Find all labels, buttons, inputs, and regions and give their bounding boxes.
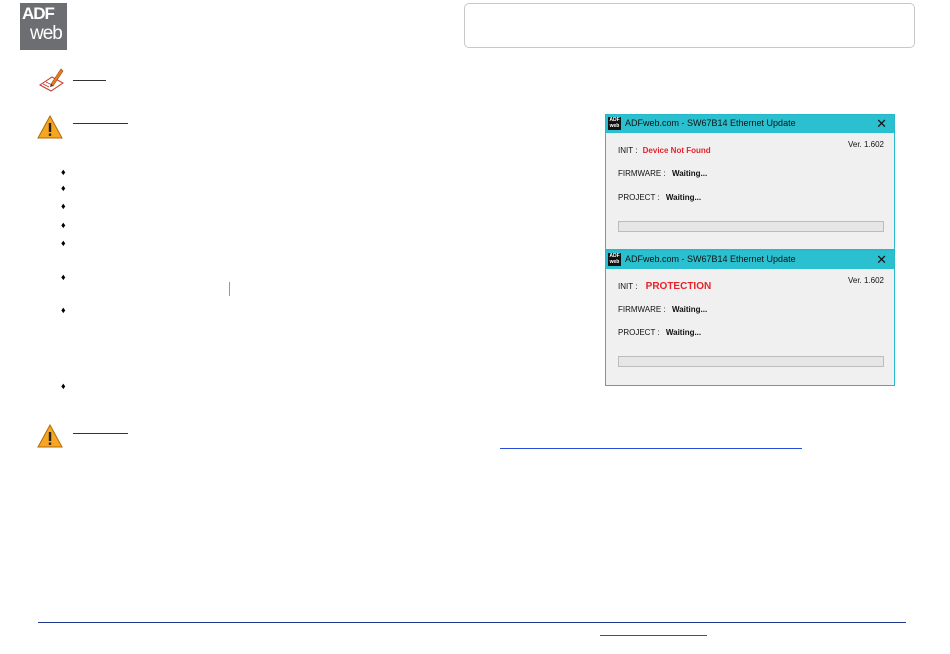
note-pencil-icon — [39, 68, 64, 92]
firmware-status: Waiting... — [671, 169, 708, 178]
bullet-icon: ♦ — [61, 381, 66, 391]
text-caret — [229, 282, 230, 296]
init-status: Device Not Found — [642, 146, 711, 155]
project-row: PROJECT : Waiting... — [618, 193, 701, 202]
adfweb-app-icon: ADF web — [608, 117, 621, 130]
warning-icon — [37, 115, 63, 139]
firmware-label: FIRMWARE : — [618, 305, 666, 314]
bullet-icon: ♦ — [61, 167, 66, 177]
bullet-icon: ♦ — [61, 272, 66, 282]
progress-bar — [618, 356, 884, 367]
update-dialog-device-not-found: ADF web ADFweb.com - SW67B14 Ethernet Up… — [605, 114, 895, 250]
firmware-row: FIRMWARE : Waiting... — [618, 305, 707, 314]
adfweb-logo: ADF web — [20, 3, 67, 50]
firmware-status: Waiting... — [671, 305, 708, 314]
project-status: Waiting... — [665, 193, 702, 202]
warning-heading-underline — [73, 433, 128, 434]
header-title-box — [464, 3, 915, 48]
firmware-row: FIRMWARE : Waiting... — [618, 169, 707, 178]
footer-hyperlink-underline[interactable] — [600, 635, 707, 636]
project-label: PROJECT : — [618, 328, 660, 337]
hyperlink-underline[interactable] — [500, 448, 802, 449]
firmware-label: FIRMWARE : — [618, 169, 666, 178]
update-dialog-protection: ADF web ADFweb.com - SW67B14 Ethernet Up… — [605, 250, 895, 386]
init-row: INIT : Device Not Found — [618, 146, 711, 155]
bullet-icon: ♦ — [61, 305, 66, 315]
project-status: Waiting... — [665, 328, 702, 337]
init-label: INIT : — [618, 146, 638, 155]
init-row: INIT : PROTECTION — [618, 281, 711, 292]
init-status: PROTECTION — [645, 281, 712, 292]
logo-text-top: ADF — [22, 4, 55, 23]
close-icon[interactable]: ✕ — [876, 252, 887, 268]
bullet-icon: ♦ — [61, 220, 66, 230]
warning-icon — [37, 424, 63, 448]
footer-rule — [38, 622, 906, 623]
dialog-title-bar: ADF web ADFweb.com - SW67B14 Ethernet Up… — [606, 115, 894, 133]
version-label: Ver. 1.602 — [847, 276, 884, 285]
version-label: Ver. 1.602 — [847, 140, 884, 149]
bullet-icon: ♦ — [61, 238, 66, 248]
logo-text-bottom: web — [30, 23, 63, 44]
warning-heading-underline — [73, 123, 128, 124]
dialog-title-bar: ADF web ADFweb.com - SW67B14 Ethernet Up… — [606, 251, 894, 269]
project-label: PROJECT : — [618, 193, 660, 202]
adfweb-app-icon: ADF web — [608, 253, 621, 266]
progress-bar — [618, 221, 884, 232]
close-icon[interactable]: ✕ — [876, 116, 887, 132]
bullet-icon: ♦ — [61, 201, 66, 211]
note-heading-underline — [73, 80, 106, 81]
project-row: PROJECT : Waiting... — [618, 328, 701, 337]
dialog-title: ADFweb.com - SW67B14 Ethernet Update — [625, 118, 796, 128]
bullet-icon: ♦ — [61, 183, 66, 193]
init-label: INIT : — [618, 282, 638, 291]
dialog-title: ADFweb.com - SW67B14 Ethernet Update — [625, 254, 796, 264]
